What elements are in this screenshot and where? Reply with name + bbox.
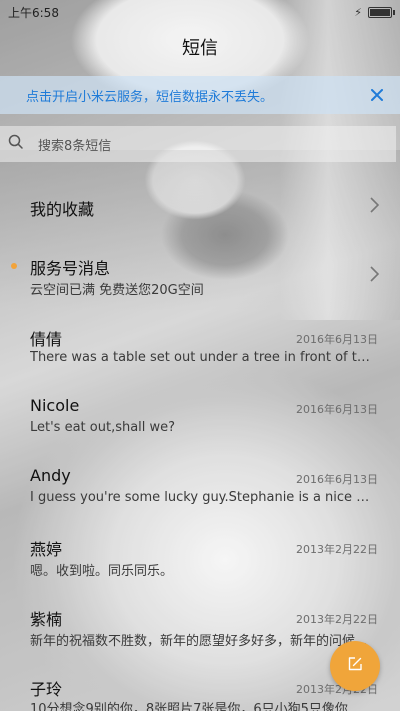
close-icon[interactable]: [368, 86, 386, 104]
status-time: 上午6:58: [8, 5, 59, 20]
battery-icon: [368, 6, 395, 18]
service-messages-row[interactable]: 服务号消息 云空间已满 免费送您20G空间: [0, 245, 400, 309]
favorites-row[interactable]: 我的收藏: [0, 174, 400, 238]
page-title: 短信: [182, 38, 218, 59]
contact-name: 紫楠: [30, 610, 63, 629]
contact-name: 倩倩: [30, 330, 63, 349]
message-preview: 10分想念9别的你，8张照片7张是你，6只小狗5只像你，4...: [30, 702, 370, 711]
message-preview: 新年的祝福数不胜数，新年的愿望好多好多，新年的问候...: [30, 634, 368, 649]
cloud-service-banner[interactable]: 点击开启小米云服务，短信数据永不丢失。: [0, 76, 400, 114]
status-bar: 上午6:58 ⚡: [0, 0, 400, 24]
service-name: 服务号消息: [30, 259, 111, 278]
service-preview: 云空间已满 免费送您20G空间: [30, 283, 204, 298]
unread-dot: [11, 263, 17, 269]
chevron-right-icon: [368, 265, 380, 283]
message-date: 2016年6月13日: [296, 473, 378, 486]
search-icon: [8, 134, 24, 154]
contact-name: Nicole: [30, 396, 80, 415]
contact-name: 子玲: [30, 680, 63, 699]
message-date: 2016年6月13日: [296, 333, 378, 346]
compose-icon: [347, 656, 363, 676]
contact-name: Andy: [30, 466, 71, 485]
chevron-right-icon: [368, 196, 380, 214]
message-preview: There was a table set out under a tree i…: [30, 350, 370, 365]
message-preview: I guess you're some lucky guy.Stephanie …: [30, 490, 370, 505]
conversation-row[interactable]: Andy 2016年6月13日 I guess you're some luck…: [0, 456, 400, 520]
favorites-label: 我的收藏: [30, 200, 95, 219]
compose-button[interactable]: [330, 641, 380, 691]
app-header: 短信: [0, 30, 400, 64]
conversation-row[interactable]: 燕婷 2013年2月22日 嗯。收到啦。同乐同乐。: [0, 526, 400, 590]
conversation-row[interactable]: Nicole 2016年6月13日 Let's eat out,shall we…: [0, 386, 400, 450]
conversation-row[interactable]: 倩倩 2016年6月13日 There was a table set out …: [0, 316, 400, 380]
search-placeholder: 搜索8条短信: [38, 138, 112, 154]
contact-name: 燕婷: [30, 540, 63, 559]
charging-icon: ⚡: [354, 5, 362, 19]
message-date: 2016年6月13日: [296, 403, 378, 416]
message-preview: Let's eat out,shall we?: [30, 420, 176, 435]
message-date: 2013年2月22日: [296, 613, 378, 626]
search-input[interactable]: 搜索8条短信: [0, 126, 396, 162]
message-date: 2013年2月22日: [296, 543, 378, 556]
message-preview: 嗯。收到啦。同乐同乐。: [30, 564, 174, 579]
status-indicators: ⚡: [354, 5, 395, 19]
cloud-banner-text[interactable]: 点击开启小米云服务，短信数据永不丢失。: [26, 86, 273, 105]
